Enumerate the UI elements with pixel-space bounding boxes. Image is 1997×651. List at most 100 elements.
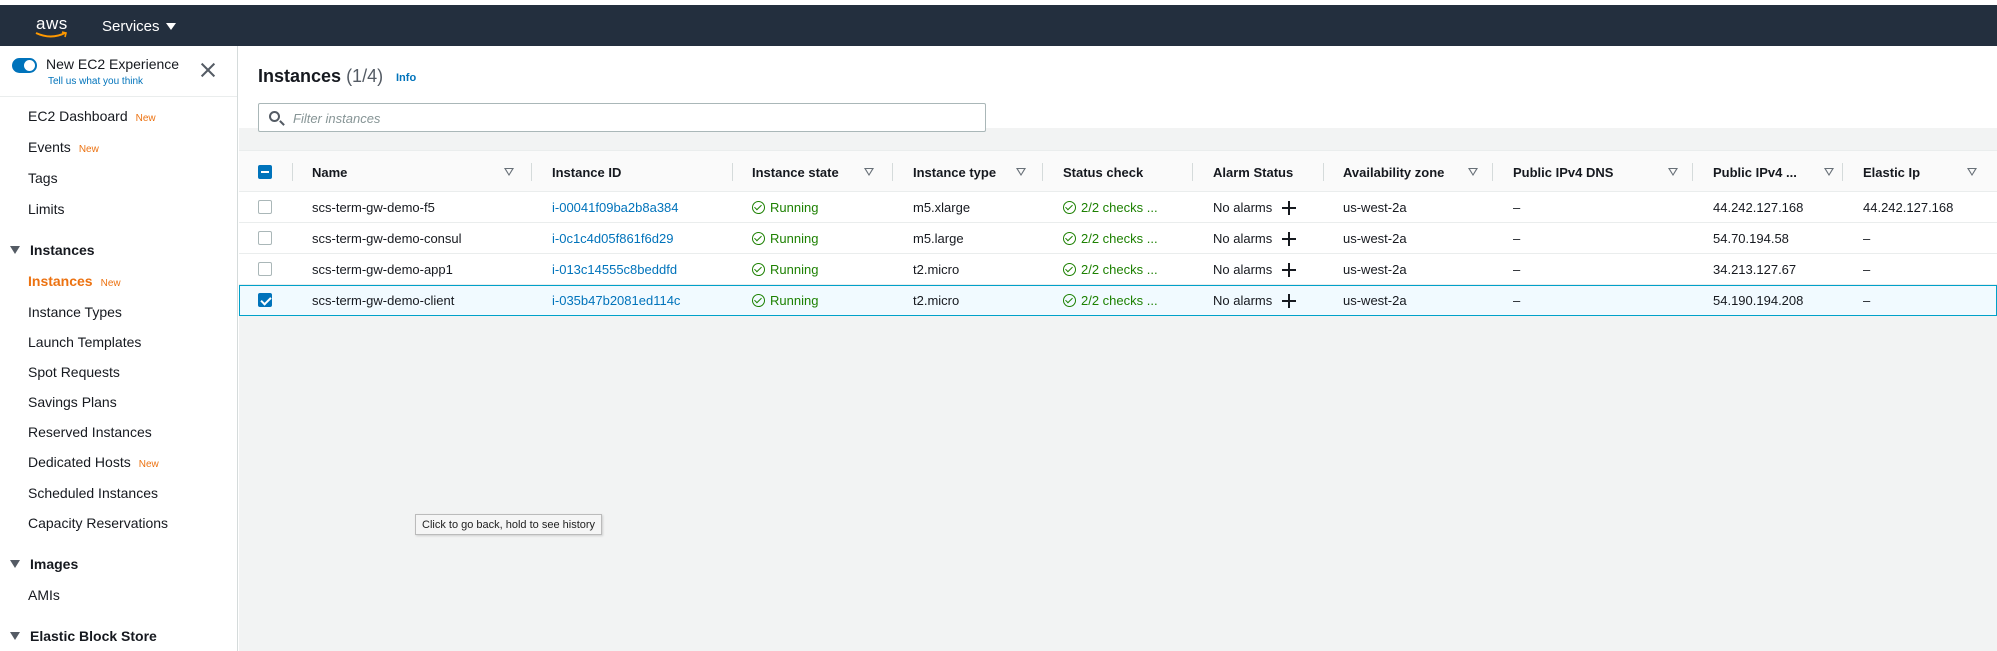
state-text: Running [770, 230, 819, 246]
cell-public-ipv4: 34.213.127.67 [1713, 261, 1797, 277]
sidebar-item-scheduled-instances[interactable]: Scheduled Instances [28, 485, 158, 501]
table-row-selected[interactable]: scs-term-gw-demo-client i-035b47b2081ed1… [239, 285, 1997, 316]
cell-availability-zone: us-west-2a [1343, 199, 1407, 215]
new-badge: New [100, 278, 121, 289]
instances-panel-header: Instances (1/4) Info [239, 46, 1997, 132]
feedback-link[interactable]: Tell us what you think [48, 76, 143, 87]
sidebar-item-label: Spot Requests [28, 364, 120, 380]
cell-public-dns: – [1513, 292, 1521, 308]
filter-input[interactable] [293, 109, 953, 127]
cell-instance-type: t2.micro [913, 292, 960, 308]
sidebar-item-events[interactable]: Events New [28, 139, 99, 155]
sort-icon[interactable] [504, 168, 514, 176]
sidebar-section-images[interactable]: Images [10, 556, 78, 572]
row-checkbox[interactable] [258, 200, 272, 214]
sidebar-item-instance-types[interactable]: Instance Types [28, 304, 122, 320]
check-circle-icon [1063, 231, 1076, 245]
sort-icon[interactable] [1016, 168, 1026, 176]
cell-status-check[interactable]: 2/2 checks ... [1063, 285, 1158, 315]
info-link[interactable]: Info [396, 72, 416, 84]
cell-alarm-status: No alarms [1213, 254, 1297, 284]
cell-status-check[interactable]: 2/2 checks ... [1063, 223, 1158, 253]
sidebar-item-amis[interactable]: AMIs [28, 587, 60, 603]
column-header-public-ipv4[interactable]: Public IPv4 ... [1713, 151, 1853, 193]
cell-availability-zone: us-west-2a [1343, 230, 1407, 246]
sidebar-item-label: Launch Templates [28, 334, 142, 350]
cell-name: scs-term-gw-demo-f5 [312, 199, 435, 215]
cell-public-dns: – [1513, 230, 1521, 246]
column-divider [732, 163, 733, 181]
column-header-instance-id[interactable]: Instance ID [552, 151, 742, 193]
cell-status-check[interactable]: 2/2 checks ... [1063, 254, 1158, 284]
sort-icon[interactable] [1824, 168, 1834, 176]
sidebar-item-instances[interactable]: Instances New [28, 273, 121, 289]
column-divider [1492, 163, 1493, 181]
new-experience-banner: New EC2 Experience Tell us what you thin… [12, 56, 227, 92]
sidebar-section-elastic-block-store[interactable]: Elastic Block Store [10, 628, 157, 644]
column-header-elastic-ip[interactable]: Elastic Ip [1863, 151, 1983, 193]
state-text: Running [770, 261, 819, 277]
select-all-checkbox[interactable] [258, 165, 272, 179]
sort-icon[interactable] [1468, 168, 1478, 176]
column-divider [892, 163, 893, 181]
row-checkbox[interactable] [258, 293, 272, 307]
column-header-alarm-status[interactable]: Alarm Status [1213, 151, 1333, 193]
column-divider [292, 163, 293, 181]
sidebar-item-label: AMIs [28, 587, 60, 603]
cell-availability-zone: us-west-2a [1343, 261, 1407, 277]
sidebar-item-capacity-reservations[interactable]: Capacity Reservations [28, 515, 168, 531]
sidebar-item-savings-plans[interactable]: Savings Plans [28, 394, 117, 410]
sidebar-item-dedicated-hosts[interactable]: Dedicated Hosts New [28, 454, 159, 470]
column-header-name[interactable]: Name [312, 151, 514, 193]
column-label: Status check [1063, 164, 1144, 180]
table-row[interactable]: scs-term-gw-demo-f5 i-00041f09ba2b8a384 … [239, 192, 1997, 223]
sort-icon[interactable] [1668, 168, 1678, 176]
sidebar-item-limits[interactable]: Limits [28, 201, 65, 217]
add-alarm-icon[interactable] [1282, 262, 1297, 277]
check-circle-icon [752, 231, 765, 245]
column-header-instance-type[interactable]: Instance type [913, 151, 1053, 193]
column-header-availability-zone[interactable]: Availability zone [1343, 151, 1503, 193]
table-row[interactable]: scs-term-gw-demo-app1 i-013c14555c8beddf… [239, 254, 1997, 285]
row-checkbox[interactable] [258, 231, 272, 245]
add-alarm-icon[interactable] [1282, 293, 1297, 308]
sidebar-item-ec2-dashboard[interactable]: EC2 Dashboard New [28, 108, 156, 124]
column-header-instance-state[interactable]: Instance state [752, 151, 902, 193]
table-row[interactable]: scs-term-gw-demo-consul i-0c1c4d05f861f6… [239, 223, 1997, 254]
cell-instance-id-link[interactable]: i-035b47b2081ed114c [552, 285, 680, 315]
sidebar-item-label: Events [28, 139, 71, 155]
cell-instance-id-link[interactable]: i-00041f09ba2b8a384 [552, 192, 679, 222]
cell-instance-id-link[interactable]: i-0c1c4d05f861f6d29 [552, 223, 673, 253]
add-alarm-icon[interactable] [1282, 231, 1297, 246]
sidebar-item-label: Reserved Instances [28, 424, 152, 440]
column-header-status-check[interactable]: Status check [1063, 151, 1193, 193]
sidebar-item-reserved-instances[interactable]: Reserved Instances [28, 424, 152, 440]
column-label: Availability zone [1343, 164, 1445, 180]
sort-icon[interactable] [1967, 168, 1977, 176]
column-header-public-ipv4-dns[interactable]: Public IPv4 DNS [1513, 151, 1683, 193]
column-divider [1192, 163, 1193, 181]
sidebar-item-tags[interactable]: Tags [28, 170, 58, 186]
sidebar-item-label: Instances [28, 273, 93, 289]
filter-box[interactable] [258, 103, 986, 132]
sidebar-item-label: Dedicated Hosts [28, 454, 131, 470]
aws-logo[interactable]: aws [34, 12, 70, 40]
cell-instance-state: Running [752, 223, 818, 253]
search-icon [269, 111, 280, 122]
browser-back-tooltip: Click to go back, hold to see history [415, 514, 603, 535]
column-divider [1323, 163, 1324, 181]
services-menu[interactable]: Services [102, 18, 176, 35]
cell-status-check[interactable]: 2/2 checks ... [1063, 192, 1158, 222]
sort-icon[interactable] [864, 168, 874, 176]
row-checkbox[interactable] [258, 262, 272, 276]
state-text: Running [770, 292, 819, 308]
sidebar-item-spot-requests[interactable]: Spot Requests [28, 364, 120, 380]
add-alarm-icon[interactable] [1282, 200, 1297, 215]
cell-instance-id-link[interactable]: i-013c14555c8beddfd [552, 254, 677, 284]
sidebar-item-launch-templates[interactable]: Launch Templates [28, 334, 141, 350]
new-experience-toggle[interactable] [12, 58, 37, 73]
sidebar-item-label: Instance Types [28, 304, 122, 320]
page-title: Instances (1/4) [258, 66, 383, 87]
close-icon[interactable] [200, 62, 216, 78]
sidebar-section-instances[interactable]: Instances [10, 242, 95, 258]
